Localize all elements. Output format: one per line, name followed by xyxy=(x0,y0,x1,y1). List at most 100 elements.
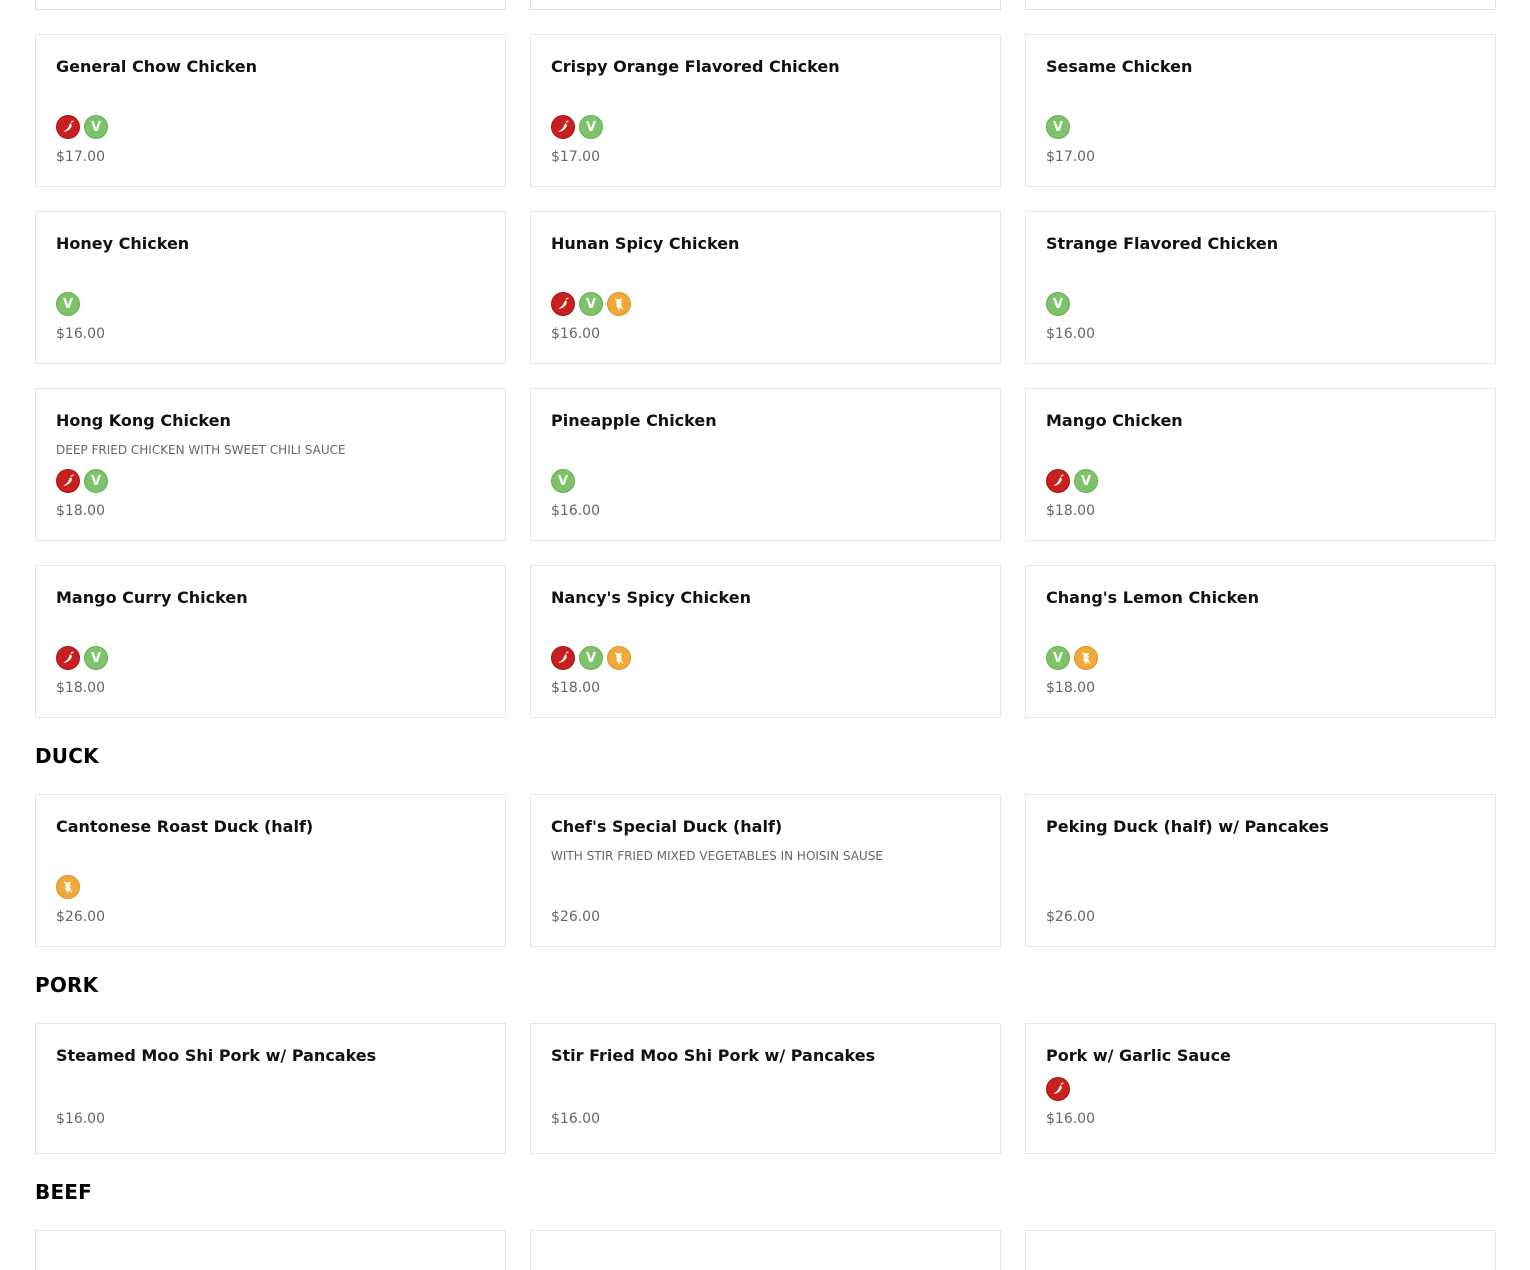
menu-item-card-honey-chicken[interactable]: Honey Chicken V $16.00 xyxy=(35,211,506,364)
menu-item-card-hong-kong-chicken[interactable]: Hong Kong Chicken Deep fried chicken with… xyxy=(35,388,506,541)
menu-item-name: Stir Fried Moo Shi Pork w/ Pancakes xyxy=(551,1046,876,1065)
menu-item-name: General Chow Chicken xyxy=(56,57,257,76)
wheat-icon xyxy=(1074,646,1098,670)
menu-item-card-general-chow-chicken[interactable]: General Chow Chicken V $17.00 xyxy=(35,34,506,187)
vegetarian-v-icon: V xyxy=(551,469,575,493)
chili-pepper-icon xyxy=(1046,1077,1070,1101)
dietary-icons: V xyxy=(56,292,485,316)
menu-item-name: Nancy's Spicy Chicken xyxy=(551,588,751,607)
menu-item-name: Chef's Special Duck (half) xyxy=(551,817,783,836)
menu-item-card-sesame-chicken[interactable]: Sesame Chicken V $17.00 xyxy=(1025,34,1496,187)
menu-item-price: $17.00 xyxy=(56,149,105,165)
chili-pepper-icon xyxy=(551,115,575,139)
menu-item-description: Deep fried chicken with sweet chili sauc… xyxy=(56,443,346,457)
vegetarian-v-icon: V xyxy=(84,115,108,139)
menu-item-name: Mango Curry Chicken xyxy=(56,588,248,607)
menu-item-name: Hong Kong Chicken xyxy=(56,411,231,430)
menu-item-price: $26.00 xyxy=(56,909,105,925)
menu-item-card-cantonese-roast-duck-half[interactable]: Cantonese Roast Duck (half) $26.00 xyxy=(35,794,506,947)
vegetarian-v-icon: V xyxy=(579,115,603,139)
dietary-icons: V xyxy=(551,115,980,139)
chili-pepper-icon xyxy=(551,646,575,670)
vegetarian-v-icon: V xyxy=(579,646,603,670)
menu-item-price: $16.00 xyxy=(551,326,600,342)
menu-item-card-stir-fried-moo-shi-pork-w-pancakes[interactable]: Stir Fried Moo Shi Pork w/ Pancakes $16.0… xyxy=(530,1023,1001,1154)
chili-pepper-icon xyxy=(56,115,80,139)
menu-item-price: $16.00 xyxy=(1046,326,1095,342)
wheat-icon xyxy=(56,875,80,899)
menu-item-card-pineapple-chicken[interactable]: Pineapple Chicken V $16.00 xyxy=(530,388,1001,541)
vegetarian-v-icon: V xyxy=(579,292,603,316)
menu-item-card-crispy-orange-flavored-chicken[interactable]: Crispy Orange Flavored Chicken V $17.00 xyxy=(530,34,1001,187)
chili-pepper-icon xyxy=(56,646,80,670)
dietary-icons xyxy=(1046,875,1475,899)
chicken-items-grid: General Chow Chicken V $17.00 Crispy Orange… xyxy=(35,34,1496,718)
menu-item-price: $16.00 xyxy=(551,1111,600,1127)
menu-item-card-pork-w-garlic-sauce[interactable]: Pork w/ Garlic Sauce $16.00 xyxy=(1025,1023,1496,1154)
dietary-icons: V xyxy=(1046,292,1475,316)
dietary-icons: V xyxy=(1046,646,1475,670)
menu-item-name: Honey Chicken xyxy=(56,234,190,253)
menu-item-price: $18.00 xyxy=(1046,503,1095,519)
menu-item-price: $17.00 xyxy=(551,149,600,165)
dietary-icons xyxy=(56,1077,485,1101)
menu-item-price: $26.00 xyxy=(551,909,600,925)
menu-item-name: Crispy Orange Flavored Chicken xyxy=(551,57,840,76)
vegetarian-v-icon: V xyxy=(84,469,108,493)
pork-items-grid: Steamed Moo Shi Pork w/ Pancakes $16.00 St… xyxy=(35,1023,1496,1154)
section-title-duck: DUCK xyxy=(35,744,99,768)
dietary-icons: V xyxy=(551,292,980,316)
menu-item-description: With stir fried mixed vegetables in hois… xyxy=(551,849,883,863)
dietary-icons: V xyxy=(1046,115,1475,139)
menu-item-card-mango-curry-chicken[interactable]: Mango Curry Chicken V $18.00 xyxy=(35,565,506,718)
menu-item-card-steamed-moo-shi-pork-w-pancakes[interactable]: Steamed Moo Shi Pork w/ Pancakes $16.00 xyxy=(35,1023,506,1154)
vegetarian-v-icon: V xyxy=(1046,646,1070,670)
menu-item-price: $18.00 xyxy=(1046,680,1095,696)
menu-item-card[interactable] xyxy=(35,1230,506,1270)
dietary-icons xyxy=(56,875,485,899)
menu-item-card-peking-duck-half-w-pancakes[interactable]: Peking Duck (half) w/ Pancakes $26.00 xyxy=(1025,794,1496,947)
wheat-icon xyxy=(607,646,631,670)
dietary-icons: V xyxy=(551,469,980,493)
vegetarian-v-icon: V xyxy=(1046,115,1070,139)
menu-item-card-hunan-spicy-chicken[interactable]: Hunan Spicy Chicken V $16.00 xyxy=(530,211,1001,364)
menu-item-name: Hunan Spicy Chicken xyxy=(551,234,740,253)
menu-item-price: $18.00 xyxy=(56,503,105,519)
dietary-icons: V xyxy=(56,115,485,139)
menu-item-card-mango-chicken[interactable]: Mango Chicken V $18.00 xyxy=(1025,388,1496,541)
menu-item-card[interactable] xyxy=(530,1230,1001,1270)
menu-item-name: Peking Duck (half) w/ Pancakes xyxy=(1046,817,1329,836)
dietary-icons: V xyxy=(56,469,485,493)
menu-item-card-chang-s-lemon-chicken[interactable]: Chang's Lemon Chicken V $18.00 xyxy=(1025,565,1496,718)
dietary-icons xyxy=(551,875,980,899)
menu-item-name: Steamed Moo Shi Pork w/ Pancakes xyxy=(56,1046,377,1065)
vegetarian-v-icon: V xyxy=(84,646,108,670)
vegetarian-v-icon: V xyxy=(1046,292,1070,316)
menu-item-name: Pineapple Chicken xyxy=(551,411,717,430)
menu-item-price: $16.00 xyxy=(56,1111,105,1127)
dietary-icons: V xyxy=(551,646,980,670)
menu-item-name: Chang's Lemon Chicken xyxy=(1046,588,1259,607)
menu-item-price: $18.00 xyxy=(56,680,105,696)
menu-item-price: $16.00 xyxy=(551,503,600,519)
vegetarian-v-icon: V xyxy=(56,292,80,316)
menu-item-name: Sesame Chicken xyxy=(1046,57,1193,76)
card-stub xyxy=(1025,0,1496,10)
dietary-icons xyxy=(551,1077,980,1101)
menu-item-price: $26.00 xyxy=(1046,909,1095,925)
menu-item-card-nancy-s-spicy-chicken[interactable]: Nancy's Spicy Chicken V $18.00 xyxy=(530,565,1001,718)
menu-content: General Chow Chicken V $17.00 Crispy Orange… xyxy=(35,34,1496,1270)
menu-item-card[interactable] xyxy=(1025,1230,1496,1270)
menu-item-card-strange-flavored-chicken[interactable]: Strange Flavored Chicken V $16.00 xyxy=(1025,211,1496,364)
menu-item-name: Pork w/ Garlic Sauce xyxy=(1046,1046,1231,1065)
dietary-icons: V xyxy=(1046,469,1475,493)
beef-items-grid xyxy=(35,1230,1496,1270)
section-title-pork: PORK xyxy=(35,973,99,997)
dietary-icons: V xyxy=(56,646,485,670)
previous-section-card-stubs xyxy=(35,0,1496,10)
menu-item-name: Mango Chicken xyxy=(1046,411,1183,430)
section-title-beef: BEEF xyxy=(35,1180,93,1204)
wheat-icon xyxy=(607,292,631,316)
menu-item-name: Cantonese Roast Duck (half) xyxy=(56,817,314,836)
menu-item-card-chef-s-special-duck-half[interactable]: Chef's Special Duck (half) With stir frie… xyxy=(530,794,1001,947)
